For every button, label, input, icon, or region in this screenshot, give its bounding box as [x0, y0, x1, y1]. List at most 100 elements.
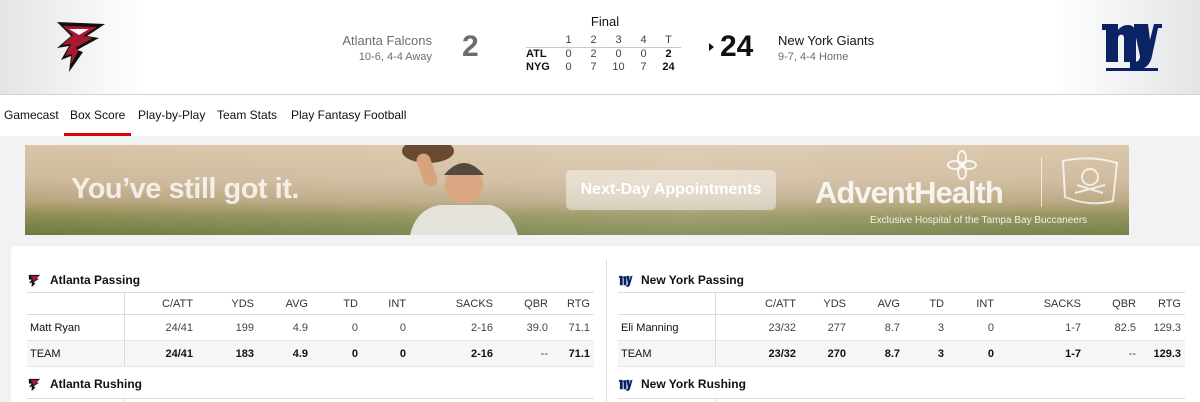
- home-team-info[interactable]: New York Giants 9-7, 4-4 Home: [778, 33, 874, 64]
- linescore-header-total: T: [656, 34, 681, 48]
- column-divider: [124, 398, 125, 402]
- team-total-label: TEAM: [27, 340, 125, 367]
- stat-cell: 2-16: [410, 340, 497, 367]
- column-header[interactable]: QBR: [497, 292, 552, 315]
- column-header[interactable]: TD: [904, 292, 948, 315]
- ad-headline: You’ve still got it.: [71, 173, 299, 205]
- stat-cell: 277: [800, 314, 850, 341]
- stat-cell: 23/32: [715, 314, 800, 341]
- home-abbr: NYG: [526, 60, 550, 73]
- away-abbr: ATL: [526, 47, 547, 60]
- falcons-logo-icon[interactable]: [47, 16, 113, 78]
- tab-play-fantasy-football[interactable]: Play Fantasy Football: [291, 95, 406, 136]
- player-name-link[interactable]: Eli Manning: [618, 314, 716, 341]
- stat-cell: 0: [948, 340, 998, 367]
- team-total-label: TEAM: [618, 340, 716, 367]
- linescore-row-away: ATL 0 2 0 0 2: [526, 47, 681, 60]
- column-header[interactable]: RTG: [552, 292, 594, 315]
- stat-cell: 39.0: [497, 314, 552, 341]
- stat-cell: 8.7: [850, 314, 904, 341]
- stat-cell: 24/41: [124, 314, 197, 341]
- column-header[interactable]: AVG: [258, 292, 312, 315]
- column-header[interactable]: QBR: [1085, 292, 1140, 315]
- column-header[interactable]: C/ATT: [715, 292, 800, 315]
- stat-cell: 0: [312, 314, 362, 341]
- away-team-name[interactable]: Atlanta Falcons: [342, 33, 432, 49]
- stat-cell: 1-7: [998, 314, 1085, 341]
- column-header[interactable]: SACKS: [410, 292, 497, 315]
- box-score-card: Atlanta Passing C/ATT YDS AVG TD INT SAC…: [11, 246, 1200, 402]
- stat-cell: 199: [197, 314, 258, 341]
- home-team-name[interactable]: New York Giants: [778, 33, 874, 49]
- advertisement-banner[interactable]: You’ve still got it. Next-Day Appointmen…: [25, 145, 1129, 235]
- falcons-logo-icon: [28, 378, 41, 391]
- table-row: Matt Ryan 24/41 199 4.9 0 0 2-16 39.0 71…: [27, 314, 594, 341]
- player-name-link[interactable]: Matt Ryan: [27, 314, 125, 341]
- section-header: New York Rushing: [618, 376, 746, 392]
- away-score: 2: [462, 30, 479, 63]
- linescore-row-home: NYG 0 7 10 7 24: [526, 60, 681, 73]
- atlanta-passing-table: C/ATT YDS AVG TD INT SACKS QBR RTG Matt …: [27, 292, 594, 367]
- column-header[interactable]: YDS: [800, 292, 850, 315]
- linescore-cell: 0: [565, 47, 572, 60]
- table-top-rule: [618, 398, 1185, 399]
- stat-cell: --: [1085, 340, 1140, 367]
- column-header[interactable]: AVG: [850, 292, 904, 315]
- column-header[interactable]: YDS: [197, 292, 258, 315]
- column-header[interactable]: C/ATT: [124, 292, 197, 315]
- giants-logo-icon[interactable]: [1098, 16, 1164, 78]
- section-title: Atlanta Passing: [50, 273, 141, 287]
- section-header: Atlanta Passing: [27, 272, 140, 288]
- linescore-cell: 0: [565, 60, 572, 73]
- away-team-record: 10-6, 4-4 Away: [358, 51, 432, 63]
- column-divider: [715, 398, 716, 402]
- column-header[interactable]: INT: [362, 292, 410, 315]
- stat-cell: 129.3: [1140, 340, 1185, 367]
- game-nav-tabs: Gamecast Box Score Play-by-Play Team Sta…: [0, 95, 1200, 136]
- stat-cell: 4.9: [258, 340, 312, 367]
- section-header: Atlanta Rushing: [27, 376, 142, 392]
- tab-team-stats[interactable]: Team Stats: [217, 95, 277, 136]
- giants-logo-icon: [618, 275, 633, 287]
- stat-cell: 23/32: [715, 340, 800, 367]
- tab-play-by-play[interactable]: Play-by-Play: [138, 95, 205, 136]
- stat-cell: 3: [904, 340, 948, 367]
- linescore-cell: 7: [590, 60, 597, 73]
- linescore-header: 1: [556, 34, 581, 48]
- tab-gamecast[interactable]: Gamecast: [4, 95, 59, 136]
- linescore-table: 1 2 3 4 T ATL 0 2 0 0 2 NYG 0 7 10 7 24: [526, 34, 681, 73]
- table-top-rule: [27, 398, 594, 399]
- table-row-team-total: TEAM 23/32 270 8.7 3 0 1-7 -- 129.3: [618, 340, 1185, 367]
- column-header[interactable]: INT: [948, 292, 998, 315]
- linescore-cell: 0: [615, 47, 622, 60]
- giants-logo-icon: [618, 379, 633, 391]
- section-title: New York Rushing: [641, 377, 746, 391]
- column-split-divider: [606, 260, 607, 402]
- linescore-cell: 2: [590, 47, 597, 60]
- column-header[interactable]: TD: [312, 292, 362, 315]
- ad-person-image: [402, 145, 518, 235]
- ad-cta-button[interactable]: Next-Day Appointments: [566, 170, 776, 210]
- stat-cell: 1-7: [998, 340, 1085, 367]
- section-title: Atlanta Rushing: [50, 377, 142, 391]
- linescore-total: 2: [665, 47, 672, 60]
- ad-tagline: Exclusive Hospital of the Tampa Bay Bucc…: [870, 215, 1088, 226]
- stat-cell: 129.3: [1140, 314, 1185, 341]
- stat-cell: 2-16: [410, 314, 497, 341]
- scoreboard-header: Atlanta Falcons 10-6, 4-4 Away 2 Final 1…: [0, 0, 1200, 95]
- stat-cell: --: [497, 340, 552, 367]
- linescore-total: 24: [662, 60, 675, 73]
- stat-cell: 0: [362, 340, 410, 367]
- stat-cell: 8.7: [850, 340, 904, 367]
- stat-cell: 24/41: [124, 340, 197, 367]
- tab-box-score[interactable]: Box Score: [63, 95, 132, 136]
- table-row-team-total: TEAM 24/41 183 4.9 0 0 2-16 -- 71.1: [27, 340, 594, 367]
- column-header[interactable]: RTG: [1140, 292, 1185, 315]
- stat-cell: 4.9: [258, 314, 312, 341]
- stat-cell: 183: [197, 340, 258, 367]
- column-header[interactable]: SACKS: [998, 292, 1085, 315]
- section-title: New York Passing: [641, 273, 744, 287]
- linescore-header: 3: [606, 34, 631, 48]
- away-team-info[interactable]: Atlanta Falcons 10-6, 4-4 Away: [342, 33, 432, 64]
- stat-cell: 0: [362, 314, 410, 341]
